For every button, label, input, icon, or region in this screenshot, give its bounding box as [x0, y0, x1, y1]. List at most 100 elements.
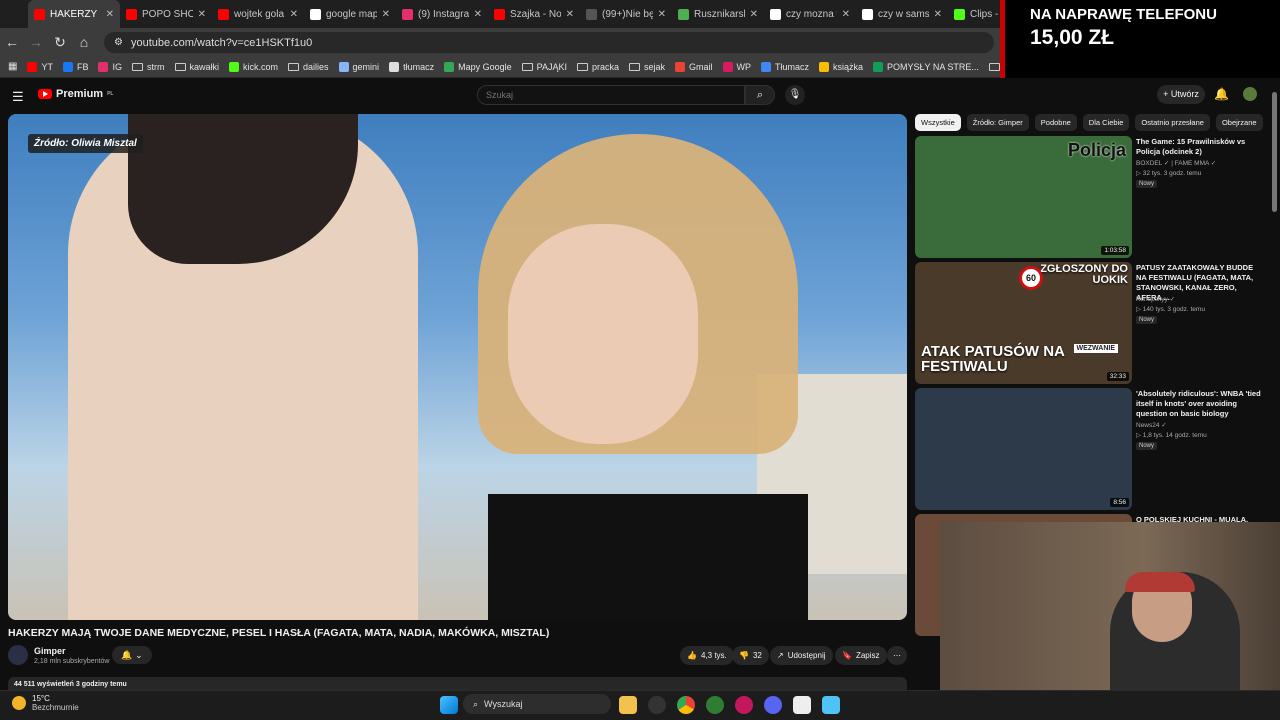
- search-button[interactable]: ⌕: [745, 85, 775, 105]
- forward-icon[interactable]: →: [24, 34, 48, 50]
- recommendation-item[interactable]: 8:56 'Absolutely ridiculous': WNBA 'tied …: [915, 388, 1270, 510]
- dislike-button[interactable]: 👎 32: [732, 646, 769, 665]
- tab-close-icon[interactable]: ✕: [290, 9, 298, 20]
- browser-tab[interactable]: POPO SHOTY ✕: [120, 0, 212, 28]
- folder-icon: [132, 62, 143, 71]
- bookmark-label: dailies: [303, 61, 329, 72]
- tab-close-icon[interactable]: ✕: [934, 9, 942, 20]
- bookmark-item[interactable]: IG: [98, 61, 122, 72]
- site-info-icon[interactable]: ⚙: [114, 37, 123, 48]
- bookmark-item[interactable]: tłumacz: [389, 61, 434, 72]
- bookmark-item[interactable]: strm: [132, 62, 165, 72]
- bookmark-item[interactable]: sejak: [628, 62, 665, 72]
- recommendation-channel[interactable]: Konopskyy ✓: [1136, 295, 1175, 303]
- bookmark-item[interactable]: gemini: [338, 61, 379, 72]
- notepad-icon[interactable]: [822, 696, 840, 714]
- voice-search-icon[interactable]: 🎙: [785, 85, 805, 105]
- bookmark-item[interactable]: pracka: [576, 62, 619, 72]
- windows-search-box[interactable]: ⌕ Wyszukaj: [463, 694, 611, 714]
- browser-tab[interactable]: (99+)Nie będę u ✕: [580, 0, 672, 28]
- bookmark-favicon-icon: [27, 61, 38, 72]
- clock-app-icon[interactable]: [648, 696, 666, 714]
- recommendation-title[interactable]: 'Absolutely ridiculous': WNBA 'tied itse…: [1136, 389, 1264, 419]
- channel-name[interactable]: Gimper: [34, 646, 66, 656]
- recommendation-thumbnail[interactable]: ATAK PATUSÓW NA FESTIWALU ZGŁOSZONY DO UO…: [915, 262, 1132, 384]
- video-player[interactable]: Źródło: Oliwia Misztal: [8, 114, 907, 620]
- home-icon[interactable]: ⌂: [72, 34, 96, 50]
- chrome-icon[interactable]: [677, 696, 695, 714]
- filter-chip[interactable]: Dla Ciebie: [1082, 114, 1130, 131]
- tab-close-icon[interactable]: ✕: [106, 9, 114, 20]
- opera-icon[interactable]: [735, 696, 753, 714]
- more-actions-button[interactable]: ⋯: [887, 646, 907, 665]
- tab-close-icon[interactable]: ✕: [382, 9, 390, 20]
- tab-title: HAKERZY: [50, 8, 98, 20]
- browser-tab[interactable]: google maps ✕: [304, 0, 396, 28]
- hamburger-menu-icon[interactable]: ☰: [12, 89, 24, 105]
- search-input[interactable]: [477, 85, 745, 105]
- weather-widget[interactable]: 15°C Bezchmurnie: [12, 694, 79, 712]
- browser-alt-icon[interactable]: [706, 696, 724, 714]
- recommendation-title[interactable]: The Game: 15 Prawilnisków vs Policja (od…: [1136, 137, 1264, 157]
- recommendation-channel[interactable]: BOXDEL ✓ | FAME MMA ✓: [1136, 159, 1216, 167]
- bookmark-item[interactable]: FB: [62, 61, 88, 72]
- browser-tab[interactable]: Rusznikarska-De ✕: [672, 0, 764, 28]
- recommendation-item[interactable]: Policja 1:03:58 The Game: 15 Prawilnisków …: [915, 136, 1270, 258]
- filter-chip[interactable]: Obejrzane: [1215, 114, 1263, 131]
- browser-tab[interactable]: czy w samsungu ✕: [856, 0, 948, 28]
- browser-tab[interactable]: czy mozna wziac ✕: [764, 0, 856, 28]
- bookmark-item[interactable]: Mapy Google: [444, 61, 512, 72]
- share-button[interactable]: ↗ Udostępnij: [770, 646, 833, 665]
- address-bar[interactable]: ⚙ youtube.com/watch?v=ce1HSKTf1u0: [104, 32, 994, 53]
- subscription-bell-button[interactable]: 🔔 ⌄: [112, 646, 152, 664]
- filter-chip[interactable]: Podobne: [1034, 114, 1077, 131]
- browser-tab[interactable]: (9) Instagram ✕: [396, 0, 488, 28]
- windows-start-icon[interactable]: [440, 696, 458, 714]
- tab-close-icon[interactable]: ✕: [566, 9, 574, 20]
- windows-taskbar: [0, 690, 1280, 720]
- bookmark-item[interactable]: Gmail: [675, 61, 713, 72]
- filter-chip[interactable]: Wszystkie: [915, 114, 961, 131]
- channel-avatar[interactable]: [8, 645, 28, 665]
- browser-tab[interactable]: wojtek gola ✕: [212, 0, 304, 28]
- tab-close-icon[interactable]: ✕: [842, 9, 850, 20]
- apps-icon[interactable]: ▦: [8, 61, 17, 72]
- bookmark-item[interactable]: POMYSŁY NA STRE...: [873, 61, 979, 72]
- address-url: youtube.com/watch?v=ce1HSKTf1u0: [130, 36, 313, 49]
- tab-close-icon[interactable]: ✕: [198, 9, 206, 20]
- recommendation-item[interactable]: ATAK PATUSÓW NA FESTIWALU ZGŁOSZONY DO UO…: [915, 262, 1270, 384]
- browser-tab[interactable]: Szajka - Nowa H ✕: [488, 0, 580, 28]
- notifications-bell-icon[interactable]: 🔔: [1214, 87, 1229, 101]
- like-button[interactable]: 👍 4,3 tys.: [680, 646, 734, 665]
- browser-tab[interactable]: HAKERZY ✕: [28, 0, 120, 28]
- recommendation-thumbnail[interactable]: 8:56: [915, 388, 1132, 510]
- youtube-logo[interactable]: Premium PL: [38, 88, 113, 100]
- page-scrollbar[interactable]: [1272, 92, 1277, 212]
- tab-favicon-icon: [586, 8, 597, 20]
- bookmark-item[interactable]: kick.com: [229, 61, 278, 72]
- tab-close-icon[interactable]: ✕: [750, 9, 758, 20]
- filter-chip[interactable]: Źródło: Gimper: [966, 114, 1029, 131]
- back-icon[interactable]: ←: [0, 34, 24, 50]
- bookmark-item[interactable]: książka: [819, 61, 863, 72]
- save-button[interactable]: 🔖 Zapisz: [835, 646, 887, 665]
- reload-icon[interactable]: ↻: [48, 34, 72, 51]
- search-icon: ⌕: [473, 698, 479, 709]
- create-button[interactable]: + Utwórz: [1157, 85, 1205, 104]
- avatar[interactable]: [1243, 87, 1257, 101]
- recommendation-thumbnail[interactable]: Policja 1:03:58: [915, 136, 1132, 258]
- tab-close-icon[interactable]: ✕: [474, 9, 482, 20]
- filter-chip[interactable]: Ostatnio przesłane: [1135, 114, 1210, 131]
- tab-close-icon[interactable]: ✕: [658, 9, 666, 20]
- file-explorer-icon[interactable]: [619, 696, 637, 714]
- discord-icon[interactable]: [764, 696, 782, 714]
- bookmark-item[interactable]: YT: [27, 61, 53, 72]
- recommendation-channel[interactable]: News24 ✓: [1136, 421, 1167, 429]
- bookmark-label: WP: [736, 61, 752, 72]
- bookmark-item[interactable]: PAJĄKI: [521, 62, 567, 72]
- bookmark-item[interactable]: WP: [722, 61, 752, 72]
- bookmark-item[interactable]: Tłumacz: [761, 61, 809, 72]
- bookmark-item[interactable]: dailies: [288, 62, 329, 72]
- bookmark-item[interactable]: kawałki: [174, 62, 219, 72]
- capcut-icon[interactable]: [793, 696, 811, 714]
